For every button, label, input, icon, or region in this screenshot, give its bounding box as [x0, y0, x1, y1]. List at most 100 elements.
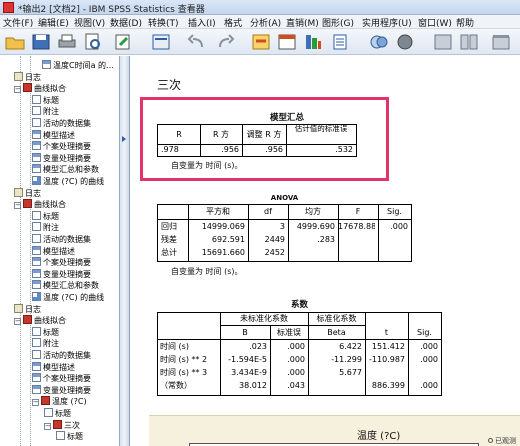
coefficients-cell: .000	[287, 342, 305, 351]
navigator-item[interactable]: 标题	[32, 326, 59, 338]
menu-graphs[interactable]: 图形(G)	[322, 16, 354, 29]
doc-icon	[32, 118, 41, 127]
undo-icon[interactable]	[186, 32, 208, 52]
grid-line	[158, 339, 441, 340]
doc-icon	[32, 326, 41, 336]
show-hide-icon[interactable]	[368, 32, 390, 52]
navigator-item[interactable]: 变量处理摘要	[32, 152, 91, 164]
collapse-toggle-icon[interactable]: −	[32, 399, 39, 407]
doc-icon	[32, 222, 41, 232]
menu-data[interactable]: 数据(D)	[110, 16, 142, 29]
table-icon	[32, 141, 41, 151]
save-icon[interactable]	[30, 32, 52, 52]
navigator-item[interactable]: − 曲线拟合	[14, 315, 66, 326]
anova-cell: 2452	[264, 248, 285, 257]
coefficients-title: 系数	[290, 300, 308, 310]
navigator-item[interactable]: 活动的数据集	[32, 118, 91, 129]
table-icon	[32, 373, 41, 383]
anova-cell: .283	[317, 235, 335, 244]
designate-window-icon[interactable]	[490, 32, 512, 52]
navigator-item[interactable]: 附注	[32, 338, 59, 349]
recall-dialog-icon[interactable]	[150, 32, 172, 52]
navigator-item[interactable]: 温度 (?C) 的曲线	[32, 176, 104, 187]
curve-chart-panel[interactable]: 温度 (?C) 已观测	[149, 415, 520, 446]
goto-data-icon[interactable]	[250, 32, 272, 52]
anova-table[interactable]: 平方和 df 均方 F Sig. 回归 14999.069 3 4999.690…	[157, 204, 412, 262]
chart-icon	[32, 176, 41, 185]
navigator-item[interactable]: − 曲线拟合	[14, 83, 66, 94]
menu-utilities[interactable]: 实用程序(U)	[362, 16, 412, 29]
navigator-item[interactable]: − 曲线拟合	[14, 199, 66, 210]
menu-window[interactable]: 窗口(W)	[418, 16, 452, 29]
navigator-item-label: 模型汇总和参数	[43, 165, 99, 175]
coefficients-cell: 151.412	[371, 342, 405, 351]
navigator-item[interactable]: 模型描述	[32, 129, 75, 141]
print-icon[interactable]	[56, 32, 78, 52]
anova-row-label: 残差	[161, 235, 177, 244]
menu-file[interactable]: 文件(F)	[3, 16, 33, 29]
navigator-item[interactable]: 日志	[14, 303, 41, 315]
menu-format[interactable]: 格式	[224, 16, 242, 29]
navigator-item[interactable]: 日志	[14, 71, 41, 83]
collapse-toggle-icon[interactable]: −	[44, 422, 51, 430]
print-preview-icon[interactable]	[82, 32, 104, 52]
export-icon[interactable]	[112, 32, 134, 52]
navigator-item[interactable]: 模型描述	[32, 245, 75, 257]
navigator-item[interactable]: 活动的数据集	[32, 350, 91, 361]
insert-output-icon[interactable]	[330, 32, 352, 52]
table-icon	[32, 257, 41, 267]
doc-icon	[32, 338, 41, 348]
doc-icon	[56, 431, 65, 441]
collapse-toggle-icon[interactable]: −	[14, 86, 21, 94]
coefficients-header-std-error: 标准误	[277, 328, 301, 337]
navigator-item[interactable]: 个案处理摘要	[32, 141, 91, 152]
navigator-item[interactable]: 模型汇总和参数	[32, 164, 99, 175]
navigator-item[interactable]: 变量处理摘要	[32, 268, 91, 280]
navigator-item[interactable]: 温度C时间a 的...	[42, 60, 114, 71]
navigator-item[interactable]: 模型描述	[32, 361, 75, 373]
menu-help[interactable]: 帮助	[456, 16, 474, 29]
navigator-item[interactable]: 变量处理摘要	[32, 384, 91, 396]
menu-direct-marketing[interactable]: 直销(M)	[286, 16, 319, 29]
spss-app-icon	[3, 2, 14, 13]
coefficients-table[interactable]: 未标准化系数 标准化系数 B 标准误 Beta t Sig. 时间 (s) .0…	[157, 312, 442, 396]
anova-cell: 14999.069	[201, 222, 245, 231]
coefficients-cell: .000	[287, 355, 305, 364]
anova-header-f: F	[355, 207, 361, 216]
collapse-toggle-icon[interactable]: −	[14, 202, 21, 210]
navigator-item[interactable]: 标题	[44, 408, 71, 419]
pane-splitter[interactable]	[120, 56, 130, 446]
goto-case-icon[interactable]	[276, 32, 298, 52]
redo-icon[interactable]	[214, 32, 236, 52]
navigator-item[interactable]: 标题	[32, 94, 59, 106]
navigator-item[interactable]: − 三次	[44, 419, 80, 431]
open-folder-icon[interactable]	[4, 32, 26, 52]
navigator-item[interactable]: 附注	[32, 106, 59, 117]
navigator-item[interactable]: 模型汇总和参数	[32, 280, 99, 291]
navigator-item[interactable]: − 温度 (?C)	[32, 396, 87, 407]
navigator-item[interactable]: 标题	[32, 210, 59, 222]
navigator-item[interactable]: 附注	[32, 222, 59, 233]
legend-circle-icon	[488, 438, 493, 443]
variables-icon[interactable]	[302, 32, 324, 52]
navigator-item-label: 标题	[43, 211, 59, 221]
navigator-item[interactable]: 日志	[14, 187, 41, 199]
menu-view[interactable]: 视图(V)	[74, 16, 105, 29]
menu-analyze[interactable]: 分析(A)	[250, 16, 281, 29]
collapse-icon[interactable]	[432, 32, 454, 52]
navigator-item[interactable]: 温度 (?C) 的曲线	[32, 292, 104, 303]
menu-insert[interactable]: 插入(I)	[188, 16, 216, 29]
circle-icon[interactable]	[394, 32, 416, 52]
expand-icon[interactable]	[458, 32, 480, 52]
navigator-item[interactable]: 个案处理摘要	[32, 373, 91, 384]
navigator-item-label: 标题	[43, 95, 59, 105]
collapse-toggle-icon[interactable]: −	[14, 318, 21, 326]
menu-edit[interactable]: 编辑(E)	[38, 16, 69, 29]
menu-transform[interactable]: 转换(T)	[148, 16, 179, 29]
doc-icon	[32, 94, 41, 104]
navigator-item[interactable]: 活动的数据集	[32, 234, 91, 245]
coefficients-cell: 886.399	[371, 381, 405, 390]
table-icon	[32, 280, 41, 290]
navigator-item[interactable]: 个案处理摘要	[32, 257, 91, 268]
navigator-item[interactable]: 标题	[56, 431, 83, 442]
